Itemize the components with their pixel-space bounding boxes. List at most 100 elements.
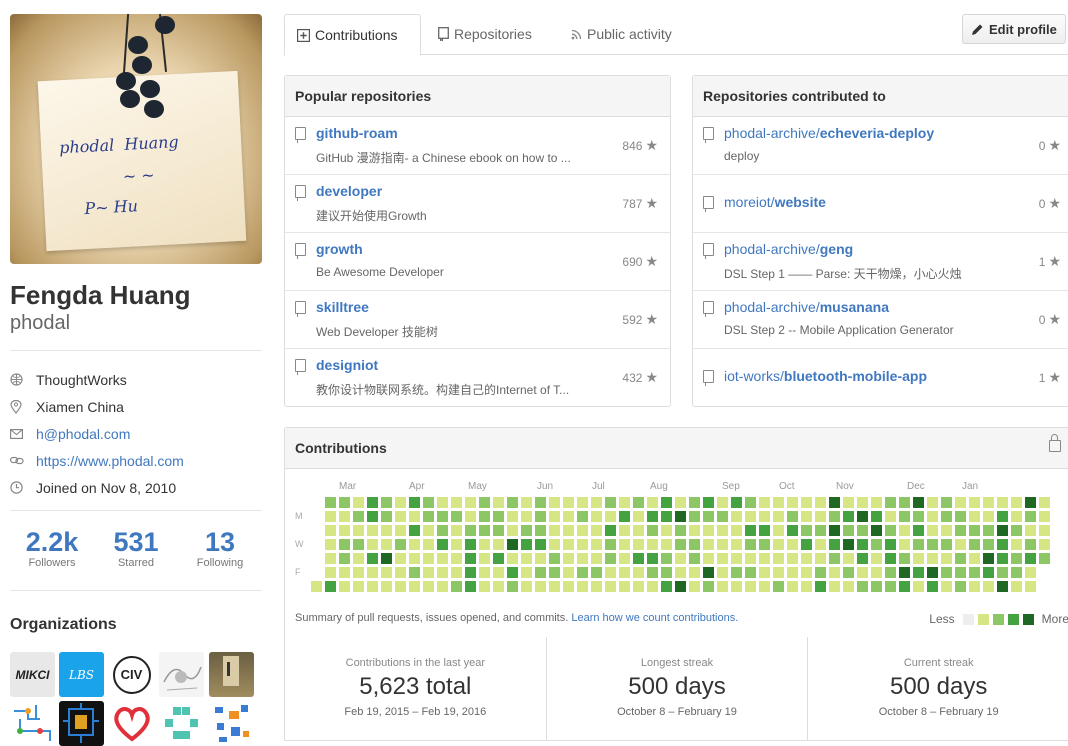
contribution-day-cell[interactable] [731,553,742,564]
contribution-day-cell[interactable] [1025,539,1036,550]
contribution-day-cell[interactable] [605,553,616,564]
contribution-day-cell[interactable] [983,525,994,536]
contribution-day-cell[interactable] [507,525,518,536]
contribution-day-cell[interactable] [437,511,448,522]
repo-row[interactable]: iot-works/bluetooth-mobile-app 1 ★ [693,349,1068,406]
contribution-day-cell[interactable] [549,525,560,536]
contribution-day-cell[interactable] [577,497,588,508]
contribution-day-cell[interactable] [521,497,532,508]
contribution-day-cell[interactable] [549,511,560,522]
contribution-day-cell[interactable] [927,581,938,592]
contribution-day-cell[interactable] [549,497,560,508]
contribution-day-cell[interactable] [997,539,1008,550]
contribution-day-cell[interactable] [339,525,350,536]
contribution-day-cell[interactable] [367,553,378,564]
contribution-day-cell[interactable] [773,539,784,550]
contribution-day-cell[interactable] [563,539,574,550]
contribution-day-cell[interactable] [647,553,658,564]
contribution-day-cell[interactable] [507,511,518,522]
contribution-day-cell[interactable] [395,567,406,578]
repo-row[interactable]: designiot 教你设计物联网系统。构建自己的Internet of T...… [285,349,670,406]
contribution-day-cell[interactable] [675,511,686,522]
contribution-day-cell[interactable] [633,567,644,578]
contribution-day-cell[interactable] [619,497,630,508]
contribution-day-cell[interactable] [577,525,588,536]
contribution-day-cell[interactable] [913,497,924,508]
contribution-day-cell[interactable] [339,567,350,578]
contribution-day-cell[interactable] [507,497,518,508]
contribution-day-cell[interactable] [843,581,854,592]
contribution-day-cell[interactable] [773,567,784,578]
followers-stat[interactable]: 2.2k Followers [10,527,94,569]
contribution-day-cell[interactable] [997,553,1008,564]
contribution-day-cell[interactable] [591,567,602,578]
contribution-day-cell[interactable] [381,567,392,578]
contribution-day-cell[interactable] [1039,525,1050,536]
contribution-day-cell[interactable] [577,553,588,564]
contribution-day-cell[interactable] [913,567,924,578]
contribution-day-cell[interactable] [1011,497,1022,508]
contribution-day-cell[interactable] [493,511,504,522]
repo-stars[interactable]: 787 ★ [622,195,658,212]
contribution-day-cell[interactable] [815,497,826,508]
contribution-day-cell[interactable] [955,553,966,564]
contribution-day-cell[interactable] [437,567,448,578]
contribution-day-cell[interactable] [647,581,658,592]
contribution-day-cell[interactable] [661,539,672,550]
contribution-day-cell[interactable] [479,581,490,592]
contribution-day-cell[interactable] [535,581,546,592]
contribution-day-cell[interactable] [969,511,980,522]
contribution-day-cell[interactable] [465,511,476,522]
contribution-day-cell[interactable] [437,539,448,550]
contribution-day-cell[interactable] [885,539,896,550]
contribution-day-cell[interactable] [437,497,448,508]
contribution-day-cell[interactable] [325,539,336,550]
contribution-day-cell[interactable] [829,581,840,592]
contribution-day-cell[interactable] [1025,553,1036,564]
org-avatar-mikci[interactable]: MIKCI [10,652,55,697]
contribution-day-cell[interactable] [745,581,756,592]
org-avatar-sketch[interactable] [159,652,204,697]
contribution-day-cell[interactable] [927,497,938,508]
contribution-day-cell[interactable] [689,567,700,578]
contribution-day-cell[interactable] [899,525,910,536]
contribution-day-cell[interactable] [535,525,546,536]
contribution-day-cell[interactable] [801,581,812,592]
contribution-day-cell[interactable] [997,497,1008,508]
contribution-day-cell[interactable] [983,539,994,550]
contribution-day-cell[interactable] [353,539,364,550]
contribution-day-cell[interactable] [843,511,854,522]
repo-row[interactable]: phodal-archive/echeveria-deploy deploy 0 ★ [693,117,1068,175]
contribution-day-cell[interactable] [535,511,546,522]
contribution-day-cell[interactable] [409,511,420,522]
repo-stars[interactable]: 846 ★ [622,137,658,154]
repo-row[interactable]: moreiot/website 0 ★ [693,175,1068,233]
contribution-day-cell[interactable] [521,525,532,536]
contribution-day-cell[interactable] [395,581,406,592]
tab-contributions[interactable]: Contributions [284,14,421,56]
contribution-day-cell[interactable] [675,553,686,564]
contribution-day-cell[interactable] [843,525,854,536]
contribution-day-cell[interactable] [423,525,434,536]
contribution-day-cell[interactable] [633,525,644,536]
contribution-day-cell[interactable] [661,567,672,578]
contribution-day-cell[interactable] [1025,497,1036,508]
contribution-day-cell[interactable] [857,581,868,592]
contribution-day-cell[interactable] [591,553,602,564]
contribution-day-cell[interactable] [815,581,826,592]
contribution-day-cell[interactable] [717,525,728,536]
contribution-day-cell[interactable] [815,539,826,550]
contribution-day-cell[interactable] [353,567,364,578]
contribution-day-cell[interactable] [479,511,490,522]
contribution-day-cell[interactable] [787,511,798,522]
contribution-day-cell[interactable] [885,525,896,536]
profile-website-link[interactable]: https://www.phodal.com [36,453,184,469]
contribution-day-cell[interactable] [507,553,518,564]
contribution-day-cell[interactable] [927,553,938,564]
contribution-day-cell[interactable] [759,525,770,536]
contribution-day-cell[interactable] [745,497,756,508]
contribution-day-cell[interactable] [927,567,938,578]
org-avatar-circuit[interactable] [59,701,104,746]
contribution-day-cell[interactable] [479,525,490,536]
contribution-day-cell[interactable] [451,539,462,550]
